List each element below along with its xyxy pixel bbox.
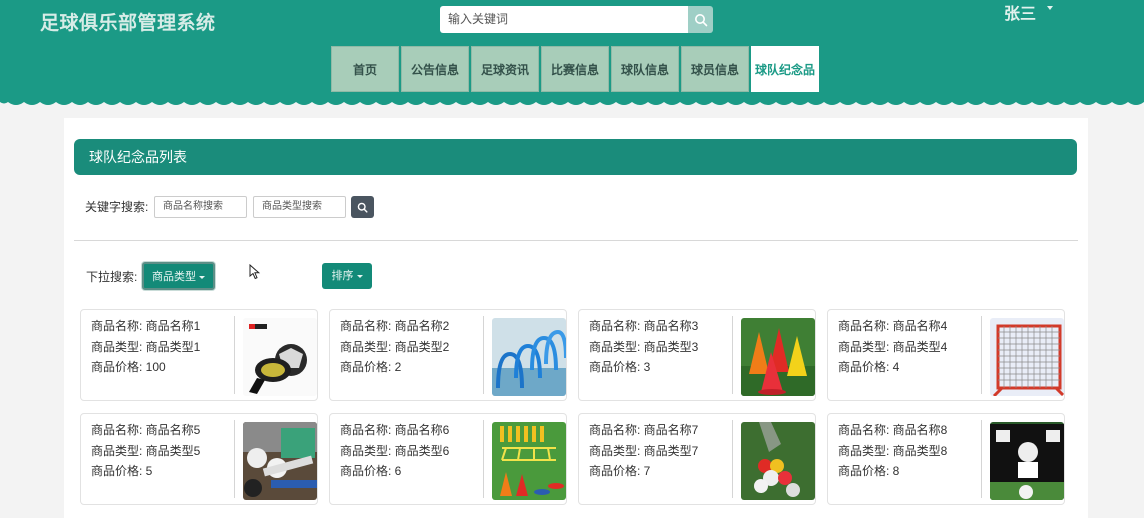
product-card[interactable]: 商品名称: 商品名称5 商品类型: 商品类型5 商品价格: 5 [80, 413, 318, 505]
mouse-cursor-icon [249, 264, 261, 280]
chevron-down-icon [199, 275, 205, 279]
product-info: 商品名称: 商品名称2 商品类型: 商品类型2 商品价格: 2 [340, 316, 449, 378]
product-image[interactable] [990, 318, 1064, 396]
nav-item-home[interactable]: 首页 [331, 46, 399, 92]
nav-item-announcements[interactable]: 公告信息 [401, 46, 469, 92]
card-divider [234, 420, 235, 498]
product-price: 商品价格: 2 [340, 360, 402, 374]
user-name[interactable]: 张三 [1004, 0, 1036, 24]
product-price: 商品价格: 7 [589, 464, 651, 478]
product-type: 商品类型: 商品类型5 [91, 443, 201, 458]
chevron-down-icon [356, 274, 363, 278]
product-card[interactable]: 商品名称: 商品名称3 商品类型: 商品类型3 商品价格: 3 [578, 309, 816, 401]
product-name: 商品名称: 商品名称2 [340, 319, 450, 333]
product-info: 商品名称: 商品名称3 商品类型: 商品类型3 商品价格: 3 [589, 316, 698, 378]
product-name: 商品名称: 商品名称7 [589, 423, 699, 437]
product-card[interactable]: 商品名称: 商品名称4 商品类型: 商品类型4 商品价格: 4 [827, 309, 1065, 401]
card-divider [732, 316, 733, 394]
filter-divider [74, 240, 1078, 241]
app-title: 足球俱乐部管理系统 [40, 13, 216, 34]
product-price: 商品价格: 5 [91, 464, 153, 478]
product-type: 商品类型: 商品类型7 [589, 443, 699, 458]
sort-dropdown-label: 排序 [331, 270, 354, 282]
product-type: 商品类型: 商品类型3 [589, 339, 699, 354]
product-card[interactable]: 商品名称: 商品名称6 商品类型: 商品类型6 商品价格: 6 [329, 413, 567, 505]
product-image[interactable] [492, 422, 566, 500]
product-name-search-input[interactable]: 商品名称搜索 [154, 196, 247, 218]
product-price: 商品价格: 4 [838, 360, 900, 374]
product-name: 商品名称: 商品名称5 [91, 423, 201, 437]
product-card[interactable]: 商品名称: 商品名称2 商品类型: 商品类型2 商品价格: 2 [329, 309, 567, 401]
product-card[interactable]: 商品名称: 商品名称8 商品类型: 商品类型8 商品价格: 8 [827, 413, 1065, 505]
product-price: 商品价格: 3 [589, 360, 651, 374]
product-type: 商品类型: 商品类型6 [340, 443, 450, 458]
nav-item-teams[interactable]: 球队信息 [611, 46, 679, 92]
product-info: 商品名称: 商品名称5 商品类型: 商品类型5 商品价格: 5 [91, 420, 200, 482]
main-nav: 首页 公告信息 足球资讯 比赛信息 球队信息 球员信息 球队纪念品 [331, 46, 821, 92]
product-type: 商品类型: 商品类型2 [340, 339, 450, 354]
product-type: 商品类型: 商品类型8 [838, 443, 948, 458]
search-icon [694, 13, 707, 26]
product-info: 商品名称: 商品名称8 商品类型: 商品类型8 商品价格: 8 [838, 420, 947, 482]
product-image[interactable] [741, 422, 815, 500]
user-dropdown-caret-icon[interactable] [1047, 6, 1053, 10]
nav-item-souvenirs[interactable]: 球队纪念品 [751, 46, 819, 92]
product-name: 商品名称: 商品名称4 [838, 319, 948, 333]
card-divider [981, 316, 982, 394]
header-search-input[interactable]: 输入关键词 [440, 6, 688, 33]
header-search-button[interactable] [688, 6, 713, 33]
keyword-search-button[interactable] [351, 196, 374, 218]
header-wave-decoration [0, 96, 1144, 110]
product-info: 商品名称: 商品名称6 商品类型: 商品类型6 商品价格: 6 [340, 420, 449, 482]
card-divider [483, 316, 484, 394]
panel-title: 球队纪念品列表 [74, 139, 1077, 175]
product-name: 商品名称: 商品名称8 [838, 423, 948, 437]
product-price: 商品价格: 100 [91, 360, 166, 374]
product-type-search-input[interactable]: 商品类型搜索 [253, 196, 346, 218]
product-info: 商品名称: 商品名称1 商品类型: 商品类型1 商品价格: 100 [91, 316, 200, 378]
product-type: 商品类型: 商品类型4 [838, 339, 948, 354]
dropdown-search-label: 下拉搜索: [86, 270, 138, 284]
product-image[interactable] [990, 422, 1064, 500]
card-divider [483, 420, 484, 498]
product-name: 商品名称: 商品名称6 [340, 423, 450, 437]
product-image[interactable] [243, 318, 317, 396]
product-info: 商品名称: 商品名称4 商品类型: 商品类型4 商品价格: 4 [838, 316, 947, 378]
product-name: 商品名称: 商品名称3 [589, 319, 699, 333]
product-info: 商品名称: 商品名称7 商品类型: 商品类型7 商品价格: 7 [589, 420, 698, 482]
product-image[interactable] [243, 422, 317, 500]
card-divider [981, 420, 982, 498]
product-price: 商品价格: 8 [838, 464, 900, 478]
product-name: 商品名称: 商品名称1 [91, 319, 201, 333]
sort-dropdown[interactable]: 排序 [322, 263, 372, 289]
product-card[interactable]: 商品名称: 商品名称7 商品类型: 商品类型7 商品价格: 7 [578, 413, 816, 505]
nav-item-matches[interactable]: 比赛信息 [541, 46, 609, 92]
card-divider [234, 316, 235, 394]
card-divider [732, 420, 733, 498]
nav-item-players[interactable]: 球员信息 [681, 46, 749, 92]
product-image[interactable] [741, 318, 815, 396]
product-card[interactable]: 商品名称: 商品名称1 商品类型: 商品类型1 商品价格: 100 [80, 309, 318, 401]
product-price: 商品价格: 6 [340, 464, 402, 478]
nav-item-football-news[interactable]: 足球资讯 [471, 46, 539, 92]
product-type-dropdown[interactable]: 商品类型 [142, 262, 215, 290]
product-type: 商品类型: 商品类型1 [91, 339, 201, 354]
keyword-search-label: 关键字搜索: [85, 200, 149, 214]
product-image[interactable] [492, 318, 566, 396]
search-icon [357, 202, 368, 213]
product-type-dropdown-label: 商品类型 [152, 271, 196, 283]
